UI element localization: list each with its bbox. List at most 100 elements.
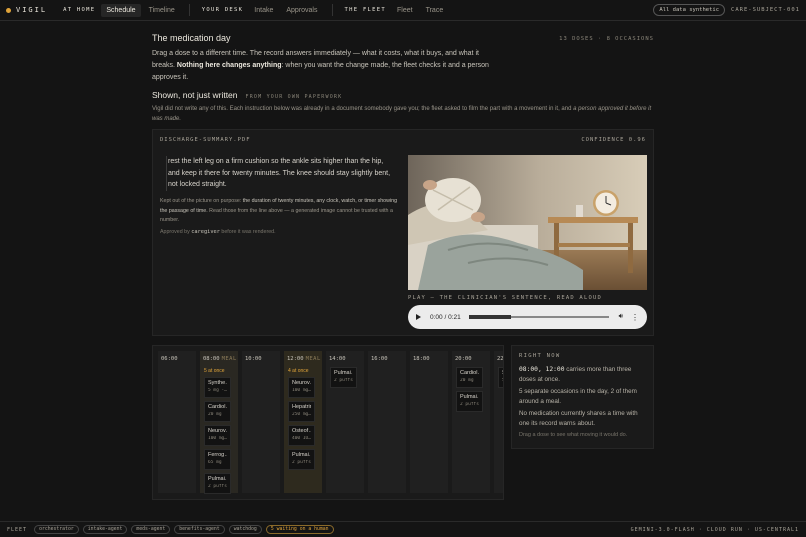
dose-card[interactable]: Pulmai… 2 puffs (330, 367, 357, 388)
volume-icon[interactable]: 🔊︎ (619, 313, 623, 321)
dose-amount: 400 IU… (292, 436, 311, 441)
agent-orchestrator[interactable]: orchestrator (34, 525, 79, 534)
quote-line: not locked straight. (168, 181, 227, 188)
time-label: 08:00 (203, 356, 220, 362)
time-label: 20:00 (455, 356, 472, 362)
schedule-column-1600[interactable]: 16:00 (368, 351, 406, 493)
dose-card[interactable]: Neurov… 100 mg… (204, 425, 231, 446)
brand[interactable]: VIGIL (6, 6, 47, 14)
dose-name: Neurov… (208, 428, 227, 434)
column-time: 10:00 (245, 356, 262, 362)
dose-amount: 2 puffs (292, 460, 311, 465)
audio-progress-fill (468, 315, 511, 319)
dose-name: Pulmai… (208, 476, 227, 482)
footer-label: FLEET (7, 526, 28, 533)
page-title: The medication day (152, 33, 231, 43)
dose-card[interactable]: Pulmai… 2 puffs (456, 391, 483, 412)
dose-card[interactable]: Hepatrin 250 mg… (288, 401, 315, 422)
note-lead: Kept out of the picture on purpose: (160, 198, 243, 204)
approval-lead: Approved by (160, 229, 192, 235)
shown-text: Vigil did not write any of this. Each in… (152, 106, 574, 112)
audio-progress-track[interactable] (468, 315, 609, 319)
dose-amount: 5… (502, 378, 503, 383)
approval-note: Approved by caregiver before it was rend… (160, 229, 276, 235)
dose-card[interactable]: Osteof… 400 IU… (288, 425, 315, 446)
time-label: 06:00 (161, 356, 178, 362)
dose-card[interactable]: Pulmai… 2 puffs (288, 449, 315, 470)
play-icon[interactable] (416, 314, 421, 320)
nav-item-schedule[interactable]: Schedule (101, 3, 141, 17)
dose-name: Cardiol… (460, 370, 479, 376)
document-panel: DISCHARGE-SUMMARY.PDF CONFIDENCE 0.96 re… (152, 129, 654, 336)
dose-name: Osteof… (292, 428, 311, 434)
nav-item-timeline[interactable]: Timeline (144, 4, 180, 17)
dose-amount: 2 puffs (334, 378, 353, 383)
nav-item-approvals[interactable]: Approvals (281, 4, 322, 17)
schedule-column-2000[interactable]: 20:00 Cardiol… 20 mg Pulmai… 2 puffs (452, 351, 490, 493)
dose-card[interactable]: S… 5… (498, 367, 503, 388)
doses-count: 13 DOSES · 8 OCCASIONS (559, 36, 654, 42)
runtime-info: GEMINI-3.0-FLASH · CLOUD RUN · US-CENTRA… (630, 526, 799, 533)
dose-card[interactable]: Pulmai… 2 puffs (204, 473, 231, 494)
time-label: 12:00 (287, 356, 304, 362)
column-time: 16:00 (371, 356, 388, 362)
column-time: 08:00 MEAL (203, 356, 237, 362)
agent-watchdog[interactable]: watchdog (228, 525, 262, 534)
schedule-column-0800[interactable]: 08:00MEAL 5 at once Synthe… 5 mg ·… Cardiol…… (200, 351, 238, 494)
dose-name: Neurov… (292, 380, 311, 386)
approver: caregiver (191, 229, 220, 235)
quote-line: rest the left leg on a firm cushion so t… (168, 158, 384, 165)
schedule-column-0600[interactable]: 06:00 (158, 351, 196, 493)
agent-meds[interactable]: meds-agent (131, 525, 171, 534)
column-time: 22:00 (497, 356, 504, 362)
drag-hint: Drag a dose to see what moving it would … (519, 431, 628, 438)
column-time: 14:00 (329, 356, 346, 362)
dose-card[interactable]: Ferrog… 65 mg (204, 449, 231, 470)
column-time: 12:00 MEAL (287, 356, 321, 362)
time-label: 14:00 (329, 356, 346, 362)
intro-paragraph: Drag a dose to a different time. The rec… (152, 48, 492, 84)
dose-name: Ferrog… (208, 452, 227, 458)
schedule-column-1400[interactable]: 14:00 Pulmai… 2 puffs (326, 351, 364, 493)
nav-divider (331, 4, 333, 16)
audio-player[interactable]: 0:00 / 0:21 🔊︎ ⋮ (408, 305, 647, 329)
schedule-grid: 06:0008:00MEAL5 at onceSynthe…5 mg ·…Car… (152, 345, 504, 500)
dose-card[interactable]: Neurov… 100 mg… (288, 377, 315, 398)
dose-card[interactable]: Synthe… 5 mg ·… (204, 377, 231, 398)
more-options-icon[interactable]: ⋮ (631, 313, 639, 322)
column-time: 18:00 (413, 356, 430, 362)
interaction-summary: No medication currently shares a time wi… (519, 410, 638, 427)
occasions-summary: 5 separate occasions in the day, 2 of th… (519, 388, 637, 405)
section-heading-shown: Shown, not just written FROM YOUR OWN PA… (152, 90, 342, 100)
schedule-column-1200[interactable]: 12:00MEAL 4 at once Neurov… 100 mg… Hepatrin… (284, 351, 322, 493)
right-now-panel: RIGHT NOW 08:00, 12:00 carries more than… (511, 345, 654, 449)
schedule-column-2200[interactable]: 22:00 S… 5… (494, 351, 504, 493)
instruction-quote: rest the left leg on a firm cushion so t… (166, 156, 398, 191)
nav-item-intake[interactable]: Intake (249, 4, 278, 17)
time-label: 18:00 (413, 356, 430, 362)
dose-card[interactable]: Cardiol… 20 mg (204, 401, 231, 422)
agent-benefits[interactable]: benefits-agent (174, 525, 225, 534)
shown-paragraph: Vigil did not write any of this. Each in… (152, 104, 652, 124)
nav-item-trace[interactable]: Trace (421, 4, 449, 17)
audio-label: PLAY — THE CLINICIAN'S SENTENCE, READ AL… (408, 295, 602, 301)
meal-label: MEAL (305, 356, 321, 362)
fleet-footer: FLEET orchestrator intake-agent meds-age… (0, 521, 806, 537)
waiting-badge[interactable]: 5 waiting on a human (265, 525, 334, 534)
dose-amount: 5 mg ·… (208, 388, 227, 393)
dose-name: Cardiol… (208, 404, 227, 410)
dose-name: Pulmai… (460, 394, 479, 400)
time-label: 22:00 (497, 356, 504, 362)
generated-illustration (408, 155, 647, 290)
nav-group-the-fleet: THE FLEET (344, 7, 387, 13)
audio-time: 0:00 / 0:21 (430, 313, 461, 321)
agent-intake[interactable]: intake-agent (82, 525, 128, 534)
dose-card[interactable]: Cardiol… 20 mg (456, 367, 483, 388)
schedule-column-1800[interactable]: 18:00 (410, 351, 448, 493)
dose-name: Pulmai… (292, 452, 311, 458)
nav-item-fleet[interactable]: Fleet (392, 4, 418, 17)
schedule-column-1000[interactable]: 10:00 (242, 351, 280, 493)
approval-tail: before it was rendered. (219, 229, 276, 235)
at-once-count: 4 at once (288, 368, 309, 374)
document-filename[interactable]: DISCHARGE-SUMMARY.PDF (160, 137, 251, 143)
